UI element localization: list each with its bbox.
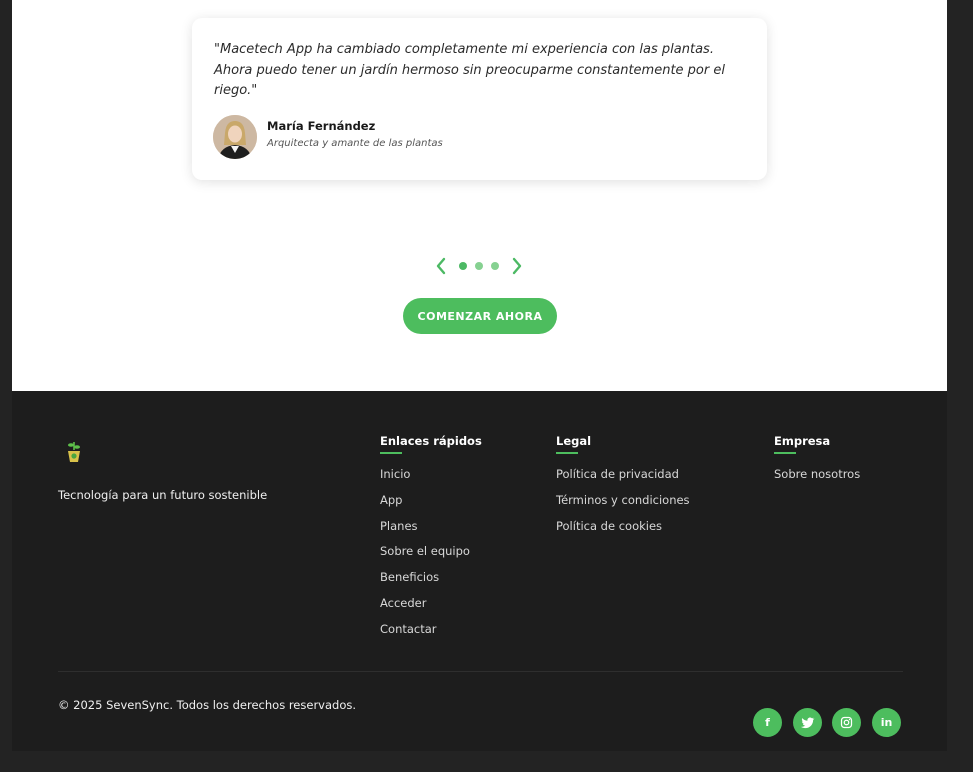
column-title: Enlaces rápidos xyxy=(380,434,482,448)
testimonial-card: "Macetech App ha cambiado completamente … xyxy=(192,18,767,180)
twitter-button[interactable] xyxy=(793,708,822,737)
twitter-icon xyxy=(800,717,815,729)
linkedin-button[interactable]: in xyxy=(872,708,901,737)
title-underline xyxy=(774,452,796,454)
page: "Macetech App ha cambiado completamente … xyxy=(12,0,947,751)
carousel-dot-1[interactable] xyxy=(459,262,467,270)
footer-link-cookies[interactable]: Política de cookies xyxy=(556,514,690,540)
footer-link-acceder[interactable]: Acceder xyxy=(380,591,482,617)
footer-link-app[interactable]: App xyxy=(380,488,482,514)
carousel-navigation xyxy=(435,255,525,277)
linkedin-icon: in xyxy=(880,716,893,729)
instagram-icon xyxy=(840,716,853,729)
facebook-button[interactable]: f xyxy=(753,708,782,737)
footer-link-inicio[interactable]: Inicio xyxy=(380,462,482,488)
footer-link-beneficios[interactable]: Beneficios xyxy=(380,565,482,591)
footer-link-planes[interactable]: Planes xyxy=(380,514,482,540)
footer-link-sobre-equipo[interactable]: Sobre el equipo xyxy=(380,539,482,565)
author-role: Arquitecta y amante de las plantas xyxy=(267,138,443,149)
instagram-button[interactable] xyxy=(832,708,861,737)
start-now-button[interactable]: COMENZAR AHORA xyxy=(403,298,557,334)
author-avatar xyxy=(213,115,257,159)
chevron-left-icon[interactable] xyxy=(435,257,447,275)
carousel-dot-2[interactable] xyxy=(475,262,483,270)
copyright-text: © 2025 SevenSync. Todos los derechos res… xyxy=(58,698,357,712)
plant-pot-logo-icon xyxy=(68,442,80,462)
footer-divider xyxy=(58,671,903,672)
chevron-right-icon[interactable] xyxy=(511,257,523,275)
footer-column-company: Empresa Sobre nosotros xyxy=(774,434,860,488)
footer-link-terms[interactable]: Términos y condiciones xyxy=(556,488,690,514)
footer-link-contactar[interactable]: Contactar xyxy=(380,617,482,643)
carousel-dot-3[interactable] xyxy=(491,262,499,270)
title-underline xyxy=(556,452,578,454)
footer-link-about-us[interactable]: Sobre nosotros xyxy=(774,462,860,488)
facebook-icon: f xyxy=(765,716,770,729)
testimonial-section: "Macetech App ha cambiado completamente … xyxy=(12,0,947,391)
footer: Tecnología para un futuro sostenible Enl… xyxy=(12,391,947,751)
column-title: Empresa xyxy=(774,434,831,448)
author-name: María Fernández xyxy=(267,119,376,133)
footer-tagline: Tecnología para un futuro sostenible xyxy=(58,488,268,502)
footer-column-quick-links: Enlaces rápidos Inicio App Planes Sobre … xyxy=(380,434,482,643)
footer-column-legal: Legal Política de privacidad Términos y … xyxy=(556,434,690,539)
title-underline xyxy=(380,452,402,454)
column-title: Legal xyxy=(556,434,592,448)
footer-link-privacy[interactable]: Política de privacidad xyxy=(556,462,690,488)
testimonial-quote: "Macetech App ha cambiado completamente … xyxy=(214,42,725,98)
